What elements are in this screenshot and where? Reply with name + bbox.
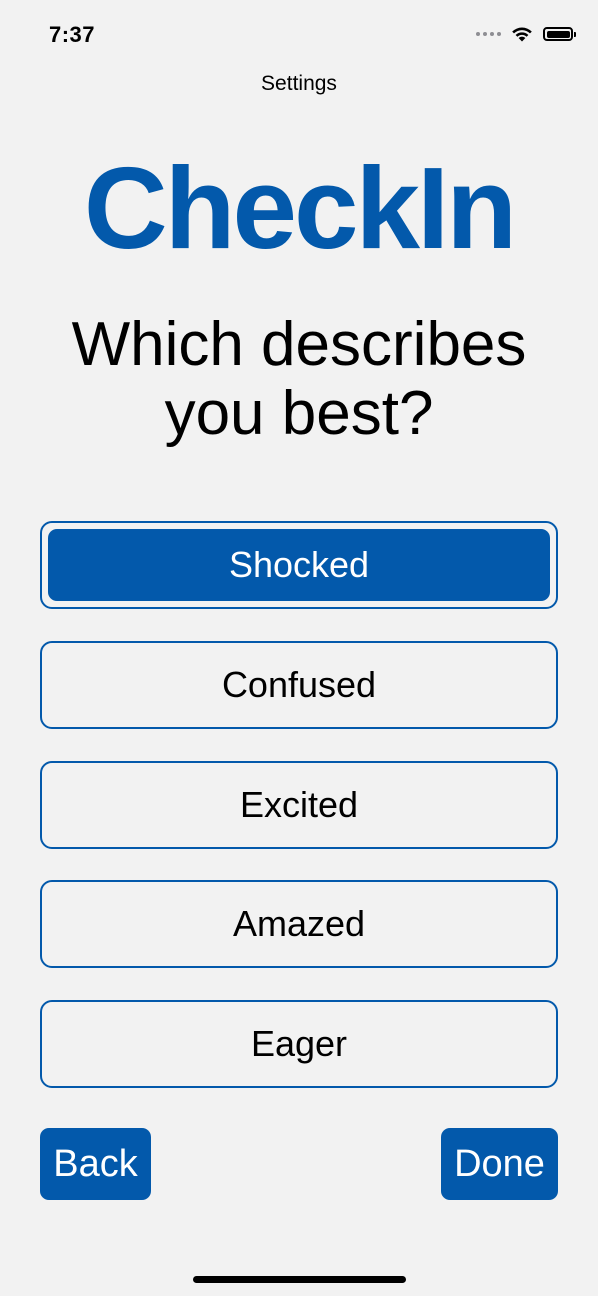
question-line-1: Which describes xyxy=(71,310,527,379)
wifi-icon xyxy=(511,26,533,42)
option-label: Amazed xyxy=(232,903,366,944)
option-shocked[interactable]: Shocked xyxy=(40,521,558,609)
back-button[interactable]: Back xyxy=(40,1128,151,1200)
done-button-label: Done xyxy=(454,1142,545,1185)
battery-icon xyxy=(543,27,576,41)
option-selected-highlight: Shocked xyxy=(48,529,550,601)
home-indicator[interactable] xyxy=(193,1276,406,1283)
option-amazed[interactable]: Amazed xyxy=(40,880,558,968)
option-label: Excited xyxy=(239,784,359,825)
option-label: Confused xyxy=(221,664,377,705)
app-title: CheckIn xyxy=(83,143,517,273)
option-eager[interactable]: Eager xyxy=(40,1000,558,1088)
status-bar-icons xyxy=(476,26,576,42)
cellular-dots-icon xyxy=(476,32,501,36)
option-confused[interactable]: Confused xyxy=(40,641,558,729)
nav-title-settings[interactable]: Settings xyxy=(0,72,598,96)
option-label: Eager xyxy=(250,1023,348,1064)
option-excited[interactable]: Excited xyxy=(40,761,558,849)
question-line-2: you best? xyxy=(164,379,434,449)
status-bar-time: 7:37 xyxy=(49,22,96,47)
question-heading: Which describes you best? xyxy=(20,310,578,449)
back-button-label: Back xyxy=(53,1142,138,1185)
option-label: Shocked xyxy=(228,544,370,585)
done-button[interactable]: Done xyxy=(441,1128,558,1200)
